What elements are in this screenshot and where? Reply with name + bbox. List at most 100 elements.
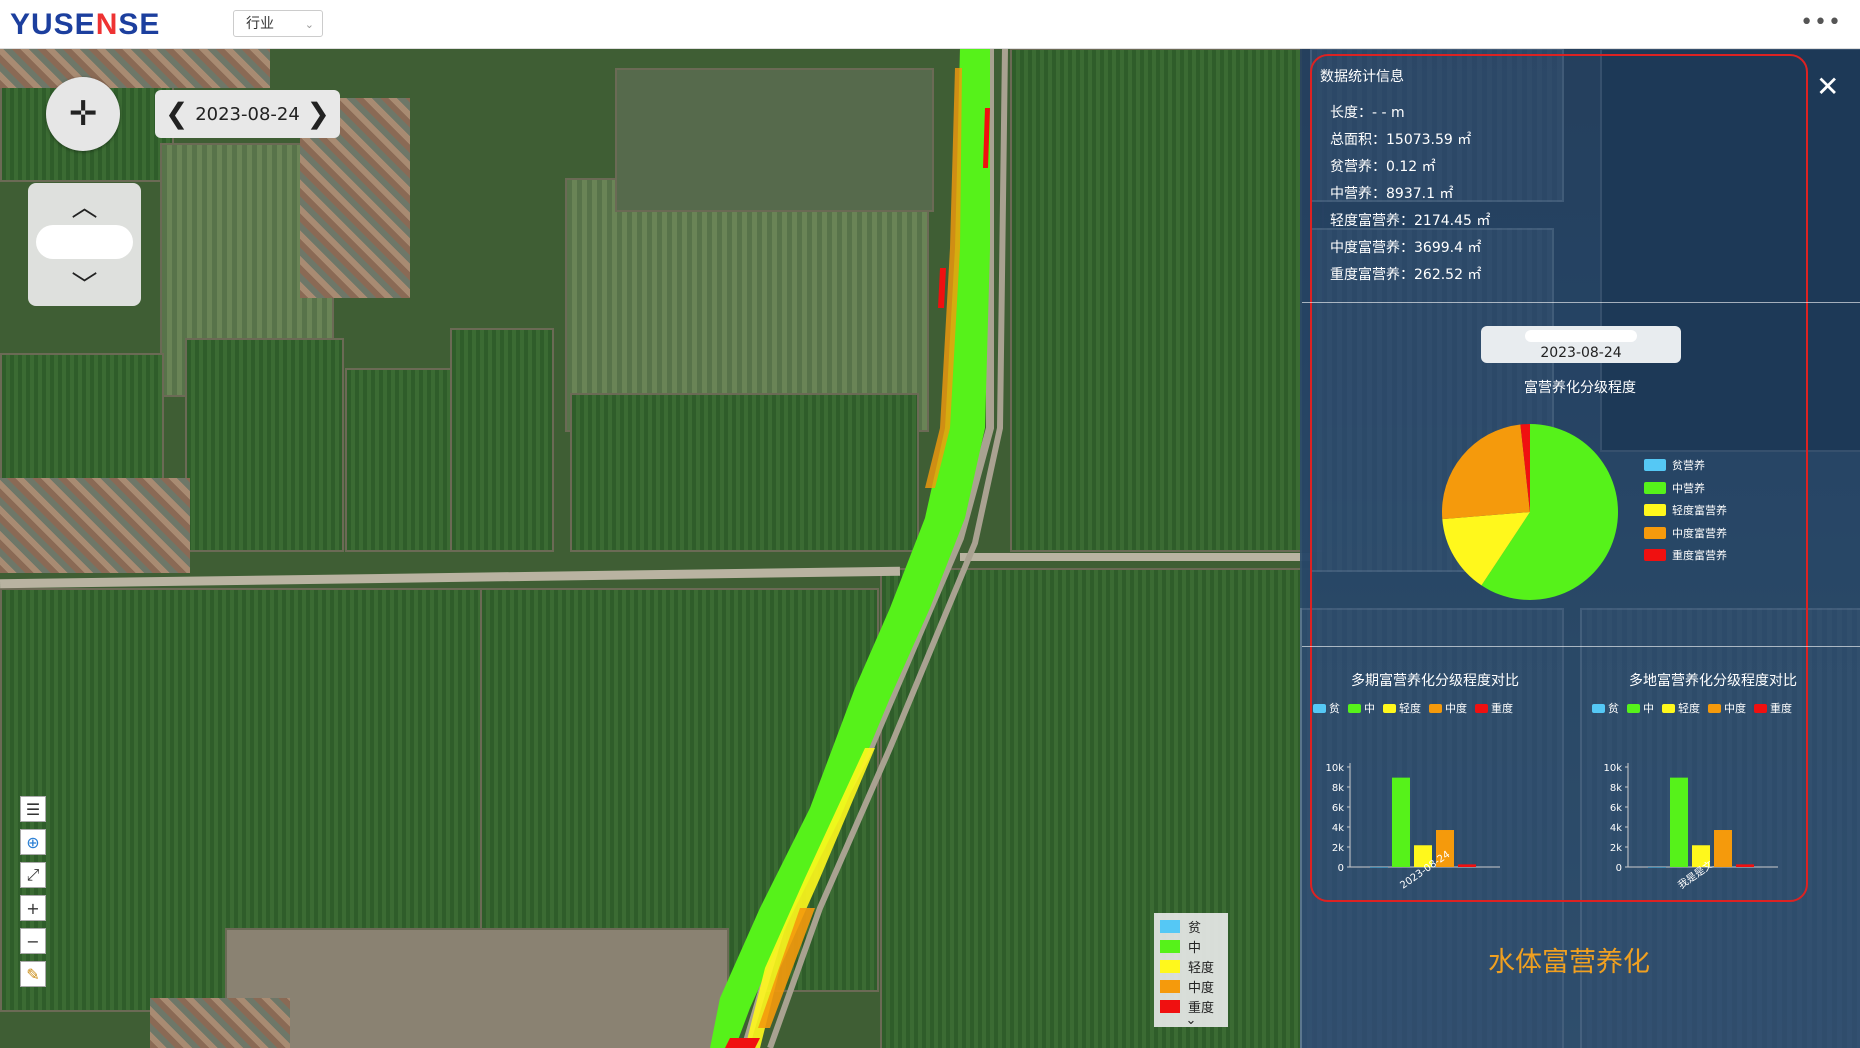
y-tick-label: 8k bbox=[1610, 783, 1622, 794]
industry-select-label: 行业 bbox=[246, 16, 274, 32]
stat-row: 中度富营养：3699.4 ㎡ bbox=[1330, 240, 1482, 256]
close-icon[interactable]: ✕ bbox=[1816, 70, 1839, 103]
legend-swatch bbox=[1160, 999, 1180, 1013]
zoom-out-icon[interactable]: − bbox=[20, 928, 46, 954]
bar-legend-item[interactable]: 中 bbox=[1627, 700, 1654, 716]
y-tick-label: 4k bbox=[1332, 823, 1344, 834]
pie-legend-item[interactable]: 贫营养 bbox=[1644, 454, 1727, 477]
chevron-down-icon[interactable]: ⌄ bbox=[1160, 1014, 1222, 1027]
legend-swatch bbox=[1754, 703, 1767, 713]
chevron-down-icon: ⌄ bbox=[304, 18, 314, 31]
industry-select[interactable]: 行业 ⌄ bbox=[233, 10, 323, 37]
bar-legend-item[interactable]: 轻度 bbox=[1662, 700, 1700, 716]
legend-swatch bbox=[1160, 939, 1180, 953]
legend-swatch bbox=[1429, 703, 1442, 713]
stats-list: 长度：- - m 总面积：15073.59 ㎡ 贫营养：0.12 ㎡ 中营养：8… bbox=[1330, 100, 1490, 289]
legend-item: 中度 bbox=[1160, 976, 1222, 996]
stat-row: 总面积：15073.59 ㎡ bbox=[1330, 132, 1472, 148]
bar[interactable] bbox=[1736, 864, 1754, 867]
layers-icon[interactable]: ☰ bbox=[20, 796, 46, 822]
legend-swatch bbox=[1662, 703, 1675, 713]
level-indicator[interactable] bbox=[36, 225, 133, 259]
bar-chart-left-title: 多期富营养化分级程度对比 bbox=[1351, 673, 1519, 689]
stat-row: 轻度富营养：2174.45 ㎡ bbox=[1330, 213, 1491, 229]
fullscreen-icon[interactable]: ⤢ bbox=[20, 862, 46, 888]
bar-legend-item[interactable]: 中 bbox=[1348, 700, 1375, 716]
bar-legend-item[interactable]: 贫 bbox=[1313, 700, 1340, 716]
bar-legend-left: 贫 中 轻度 中度 重度 bbox=[1313, 700, 1521, 716]
y-tick-label: 0 bbox=[1338, 863, 1344, 874]
legend-swatch bbox=[1644, 481, 1666, 494]
legend-swatch bbox=[1644, 549, 1666, 562]
yusense-logo[interactable]: YUSENSE bbox=[10, 8, 160, 42]
locate-icon[interactable]: ⊕ bbox=[20, 829, 46, 855]
layer-level-control: ︿ ﹀ bbox=[28, 183, 141, 306]
bar[interactable] bbox=[1648, 866, 1666, 868]
y-tick-label: 2k bbox=[1610, 843, 1622, 854]
pie-chart bbox=[1442, 424, 1618, 600]
pie-legend-item[interactable]: 重度富营养 bbox=[1644, 544, 1727, 567]
bar-chart-multi-period: 02k4k6k8k10k2023-08-24 bbox=[1325, 763, 1500, 891]
y-tick-label: 0 bbox=[1616, 863, 1622, 874]
map-toolbar: ☰ ⊕ ⤢ + − ✎ bbox=[20, 796, 46, 994]
bar-legend-item[interactable]: 重度 bbox=[1754, 700, 1792, 716]
bar-legend-item[interactable]: 贫 bbox=[1592, 700, 1619, 716]
legend-swatch bbox=[1644, 504, 1666, 517]
pie-slice[interactable] bbox=[1442, 424, 1530, 520]
bar[interactable] bbox=[1458, 864, 1476, 867]
pie-legend-item[interactable]: 中营养 bbox=[1644, 477, 1727, 500]
bar[interactable] bbox=[1392, 777, 1410, 867]
chevron-down-icon[interactable]: ﹀ bbox=[28, 265, 141, 302]
bar-legend-right: 贫 中 轻度 中度 重度 bbox=[1592, 700, 1800, 716]
pie-date-selector[interactable]: 2023-08-24 bbox=[1481, 326, 1681, 363]
legend-swatch bbox=[1708, 703, 1721, 713]
bar-legend-item[interactable]: 轻度 bbox=[1383, 700, 1421, 716]
date-slider-knob[interactable] bbox=[1525, 330, 1637, 342]
measure-ruler-icon[interactable]: ✎ bbox=[20, 961, 46, 987]
legend-swatch bbox=[1160, 979, 1180, 993]
reset-view-icon[interactable]: ✛ bbox=[46, 77, 120, 151]
map-river-overlay bbox=[710, 48, 1008, 1048]
module-title: 水体富营养化 bbox=[1488, 947, 1650, 978]
chevron-right-icon[interactable]: ❯ bbox=[307, 100, 330, 128]
zoom-in-icon[interactable]: + bbox=[20, 895, 46, 921]
legend-swatch bbox=[1592, 703, 1605, 713]
bar-chart-multi-location: 02k4k6k8k10k我是是文 bbox=[1603, 763, 1778, 891]
legend-swatch bbox=[1383, 703, 1396, 713]
bar[interactable] bbox=[1670, 777, 1688, 867]
panel-divider bbox=[1302, 302, 1860, 303]
legend-swatch bbox=[1644, 526, 1666, 539]
bar[interactable] bbox=[1714, 830, 1732, 867]
date-navigator: ❮ 2023-08-24 ❯ bbox=[155, 90, 340, 138]
more-menu-icon[interactable]: ••• bbox=[1800, 10, 1842, 35]
bar[interactable] bbox=[1370, 866, 1388, 868]
y-tick-label: 10k bbox=[1603, 763, 1622, 774]
pie-date-label: 2023-08-24 bbox=[1540, 345, 1622, 361]
legend-swatch bbox=[1313, 703, 1326, 713]
pie-chart-title: 富营养化分级程度 bbox=[1524, 380, 1636, 396]
map-legend: 贫 中 轻度 中度 重度 ⌄ bbox=[1154, 913, 1228, 1027]
bar-legend-item[interactable]: 中度 bbox=[1429, 700, 1467, 716]
chevron-up-icon[interactable]: ︿ bbox=[28, 187, 141, 224]
stats-title: 数据统计信息 bbox=[1320, 69, 1404, 85]
pie-legend: 贫营养 中营养 轻度富营养 中度富营养 重度富营养 bbox=[1644, 454, 1727, 567]
date-label: 2023-08-24 bbox=[195, 103, 300, 125]
legend-swatch bbox=[1627, 703, 1640, 713]
bar-chart-right-title: 多地富营养化分级程度对比 bbox=[1629, 673, 1797, 689]
y-tick-label: 10k bbox=[1325, 763, 1344, 774]
y-tick-label: 8k bbox=[1332, 783, 1344, 794]
stat-row: 中营养：8937.1 ㎡ bbox=[1330, 186, 1454, 202]
top-bar: YUSENSE 行业 ⌄ ••• bbox=[0, 0, 1860, 49]
y-tick-label: 2k bbox=[1332, 843, 1344, 854]
stat-row: 长度：- - m bbox=[1330, 105, 1405, 121]
legend-item: 轻度 bbox=[1160, 956, 1222, 976]
chevron-left-icon[interactable]: ❮ bbox=[165, 100, 188, 128]
legend-item: 中 bbox=[1160, 936, 1222, 956]
bar-legend-item[interactable]: 中度 bbox=[1708, 700, 1746, 716]
legend-swatch bbox=[1475, 703, 1488, 713]
pie-legend-item[interactable]: 轻度富营养 bbox=[1644, 499, 1727, 522]
bar-legend-item[interactable]: 重度 bbox=[1475, 700, 1513, 716]
legend-swatch bbox=[1160, 919, 1180, 933]
pie-legend-item[interactable]: 中度富营养 bbox=[1644, 522, 1727, 545]
stat-row: 贫营养：0.12 ㎡ bbox=[1330, 159, 1436, 175]
